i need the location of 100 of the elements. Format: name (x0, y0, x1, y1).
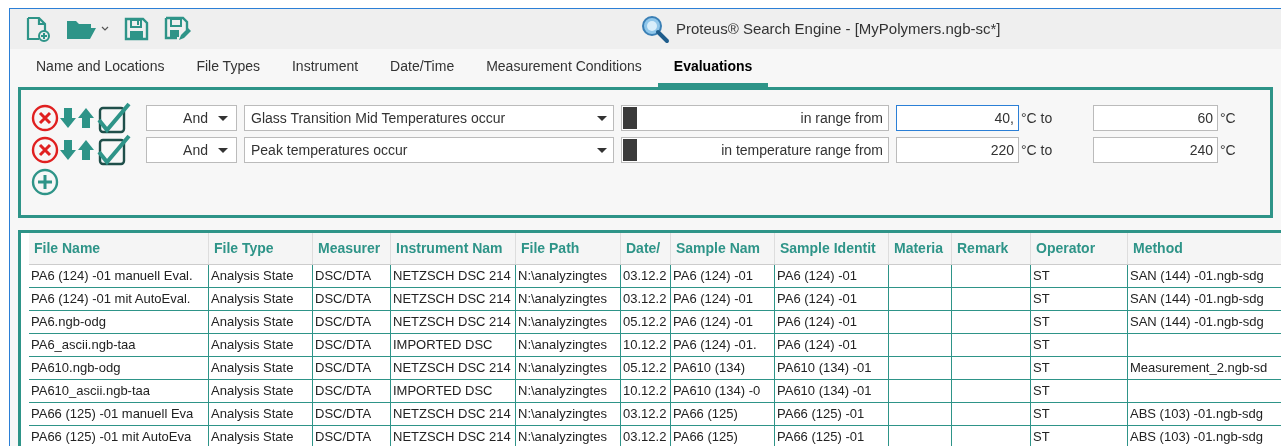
table-cell: ST (1031, 403, 1128, 425)
caret-icon (218, 147, 228, 153)
tab[interactable]: Name and Locations (20, 49, 181, 87)
table-cell: SAN (144) -01.ngb-sdg (1128, 311, 1281, 333)
tab[interactable]: File Types (180, 49, 276, 87)
move-down-icon[interactable] (59, 106, 77, 130)
tab[interactable]: Instrument (275, 49, 375, 87)
swatch-icon (623, 139, 637, 161)
save-as-icon[interactable] (163, 15, 191, 43)
range-field[interactable]: in temperature range from (621, 137, 889, 163)
table-cell: 10.12.2 (621, 380, 671, 402)
table-cell: ST (1031, 357, 1128, 379)
table-cell: Analysis State (209, 334, 313, 356)
table-cell: PA66 (125) -01 mit AutoEva (29, 426, 209, 446)
table-cell: Analysis State (209, 380, 313, 402)
table-cell: NETZSCH DSC 214 (391, 426, 516, 446)
range-label: in temperature range from (721, 140, 883, 160)
table-cell: NETZSCH DSC 214 (391, 311, 516, 333)
caret-icon (597, 115, 607, 121)
range-field[interactable]: in range from (621, 105, 889, 131)
caret-icon (597, 147, 607, 153)
table-cell: PA610 (134) -01 (775, 357, 889, 379)
operator-dropdown[interactable]: And (146, 137, 237, 163)
table-cell: SAN (144) -01.ngb-sdg (1128, 288, 1281, 310)
table-cell: N:\analyzingtes (516, 380, 621, 402)
table-cell: PA66 (125) -01 manuell Eva (29, 403, 209, 425)
table-cell: NETZSCH DSC 214 (391, 288, 516, 310)
table-cell: IMPORTED DSC (391, 334, 516, 356)
table-cell: PA6 (124) -01. (671, 334, 775, 356)
table-cell: PA6 (124) -01 (775, 288, 889, 310)
table-cell: PA610 (134) -0 (671, 380, 775, 402)
table-cell: Measurement_2.ngb-sd (1128, 357, 1281, 379)
enable-checkbox[interactable] (97, 102, 131, 134)
table-cell: PA66 (125) (671, 426, 775, 446)
table-cell: Analysis State (209, 426, 313, 446)
remove-icon[interactable] (31, 136, 59, 164)
table-cell: NETZSCH DSC 214 (391, 357, 516, 379)
caret-icon[interactable] (101, 26, 109, 32)
table-cell: PA66 (125) -01 (775, 426, 889, 446)
table-cell: PA6 (124) -01 mit AutoEval. (29, 288, 209, 310)
criterion-dropdown[interactable]: Glass Transition Mid Temperatures occur (244, 105, 614, 131)
table-cell: PA6 (124) -01 (775, 311, 889, 333)
new-file-icon[interactable] (25, 15, 51, 43)
table-cell: 05.12.2 (621, 311, 671, 333)
table-cell: N:\analyzingtes (516, 357, 621, 379)
table-cell: DSC/DTA (313, 265, 391, 287)
add-icon[interactable] (31, 168, 59, 196)
table-cell: N:\analyzingtes (516, 403, 621, 425)
table-cell: PA610_ascii.ngb-taa (29, 380, 209, 402)
table-cell: PA6_ascii.ngb-taa (29, 334, 209, 356)
table-cell: PA6 (124) -01 (775, 265, 889, 287)
move-down-icon[interactable] (59, 138, 77, 162)
enable-checkbox[interactable] (97, 134, 131, 166)
table-cell: N:\analyzingtes (516, 311, 621, 333)
to-field[interactable]: 240 (1093, 137, 1218, 163)
table-cell: Analysis State (209, 311, 313, 333)
table-cell: Analysis State (209, 357, 313, 379)
tab[interactable]: Measurement Conditions (470, 49, 658, 87)
table-cell: SAN (144) -01.ngb-sdg (1128, 265, 1281, 287)
table-cell: NETZSCH DSC 214 (391, 403, 516, 425)
move-up-icon[interactable] (77, 138, 95, 162)
search-logo-icon (640, 14, 670, 44)
unit-label: °C to (1020, 140, 1054, 160)
table-cell: PA610 (134) -01 (775, 380, 889, 402)
criterion-dropdown[interactable]: Peak temperatures occur (244, 137, 614, 163)
from-field[interactable]: 220 (896, 137, 1019, 163)
to-field[interactable]: 60 (1093, 105, 1218, 131)
save-icon[interactable] (123, 16, 149, 42)
swatch-icon (623, 107, 637, 129)
table-cell: IMPORTED DSC (391, 380, 516, 402)
table-cell: DSC/DTA (313, 311, 391, 333)
unit-label: °C (1219, 108, 1236, 128)
table-cell: ST (1031, 288, 1128, 310)
table-cell: ABS (103) -01.ngb-sdg (1128, 426, 1281, 446)
from-field[interactable]: 40, (896, 105, 1019, 131)
table-cell: DSC/DTA (313, 334, 391, 356)
remove-icon[interactable] (31, 104, 59, 132)
table-cell: Analysis State (209, 265, 313, 287)
table-cell: N:\analyzingtes (516, 334, 621, 356)
table-cell: 10.12.2 (621, 334, 671, 356)
table-cell: PA610 (134) (671, 357, 775, 379)
table-cell: ST (1031, 426, 1128, 446)
table-cell: DSC/DTA (313, 288, 391, 310)
move-up-icon[interactable] (77, 106, 95, 130)
tab[interactable]: Date/Time (374, 49, 471, 87)
table-cell: PA66 (125) (671, 403, 775, 425)
table-cell: ST (1031, 311, 1128, 333)
table-cell: ABS (103) -01.ngb-sdg (1128, 403, 1281, 425)
table-cell: ST (1031, 334, 1128, 356)
table-cell: 03.12.2 (621, 426, 671, 446)
window-title: Proteus® Search Engine - [MyPolymers.ngb-sc*] (676, 18, 1001, 39)
table-cell: PA6 (124) -01 (775, 334, 889, 356)
operator-dropdown[interactable]: And (146, 105, 237, 131)
table-cell: NETZSCH DSC 214 (391, 265, 516, 287)
range-label: in range from (800, 108, 883, 128)
table-cell: 03.12.2 (621, 265, 671, 287)
table-cell: DSC/DTA (313, 426, 391, 446)
table-cell: N:\analyzingtes (516, 288, 621, 310)
table-cell: 05.12.2 (621, 357, 671, 379)
unit-label: °C (1219, 140, 1236, 160)
